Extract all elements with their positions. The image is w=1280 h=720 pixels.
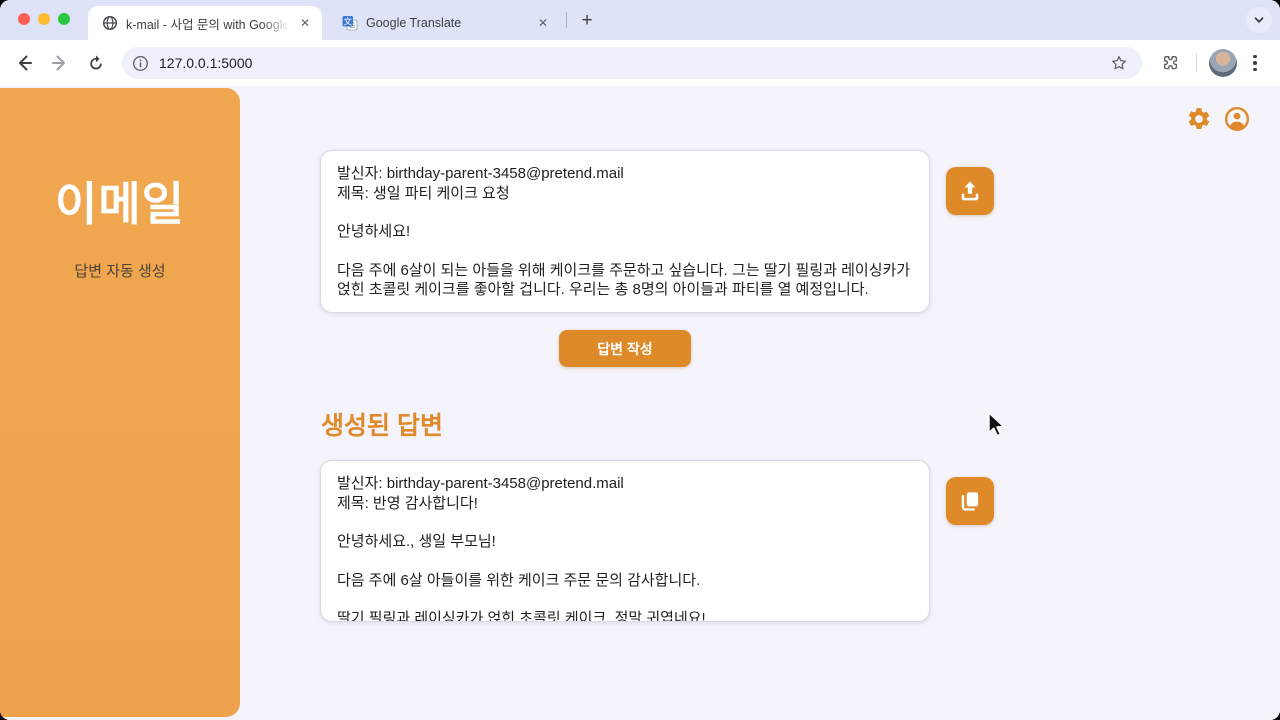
browser-menu-dots-icon[interactable] [1241, 49, 1269, 77]
new-tab-button[interactable]: + [574, 8, 600, 34]
profile-avatar[interactable] [1209, 49, 1237, 77]
tab-search-chevron-down-icon[interactable] [1246, 7, 1272, 33]
globe-favicon [102, 15, 118, 31]
browser-window: k-mail - 사업 문의 with Google ✕ G 文 Google … [0, 0, 1280, 720]
generate-reply-button[interactable]: 답변 작성 [559, 330, 691, 367]
upload-icon [957, 178, 983, 204]
app-page: 이메일 답변 자동 생성 발신자: birthday-parent-3458@p… [0, 86, 1280, 720]
app-subtitle: 답변 자동 생성 [0, 260, 240, 281]
zoom-window-button[interactable] [58, 13, 70, 25]
email-greeting: 안녕하세요! [337, 222, 913, 242]
app-sidebar: 이메일 답변 자동 생성 [0, 88, 240, 717]
email-body: 다음 주에 6살이 되는 아들을 위해 케이크를 주문하고 싶습니다. 그는 딸… [337, 261, 913, 300]
reload-button[interactable] [80, 47, 112, 79]
forward-button[interactable] [44, 47, 76, 79]
back-button[interactable] [8, 47, 40, 79]
tab-divider [566, 12, 567, 28]
reply-greeting: 안녕하세요., 생일 부모님! [337, 532, 913, 552]
upload-button[interactable] [946, 167, 994, 215]
account-person-icon[interactable] [1224, 106, 1250, 132]
email-subject-line: 제목: 생일 파티 케이크 요청 [337, 184, 913, 204]
copy-button[interactable] [946, 477, 994, 525]
site-info-icon[interactable] [132, 55, 149, 72]
toolbar-divider [1196, 54, 1197, 72]
close-window-button[interactable] [18, 13, 30, 25]
email-from-line: 발신자: birthday-parent-3458@pretend.mail [337, 164, 913, 184]
reply-body-line2: 딸기 필링과 레이싱카가 얹힌 초콜릿 케이크, 정말 귀엽네요! [337, 609, 913, 622]
mouse-cursor [985, 411, 1007, 439]
extensions-puzzle-icon[interactable] [1156, 48, 1186, 78]
reply-from-line: 발신자: birthday-parent-3458@pretend.mail [337, 474, 913, 494]
tab-kmail[interactable]: k-mail - 사업 문의 with Google ✕ [88, 6, 322, 40]
close-tab-icon[interactable]: ✕ [534, 14, 552, 32]
tab-google-translate[interactable]: G 文 Google Translate ✕ [328, 6, 560, 40]
incoming-email-card: 발신자: birthday-parent-3458@pretend.mail 제… [320, 150, 930, 313]
app-title: 이메일 [0, 168, 240, 234]
address-bar[interactable]: 127.0.0.1:5000 [122, 47, 1142, 79]
bookmark-star-icon[interactable] [1106, 50, 1132, 76]
generated-reply-card: 발신자: birthday-parent-3458@pretend.mail 제… [320, 460, 930, 622]
close-tab-icon[interactable]: ✕ [296, 14, 314, 32]
window-controls[interactable] [18, 13, 70, 25]
settings-gear-icon[interactable] [1186, 106, 1212, 132]
browser-toolbar: 127.0.0.1:5000 [0, 40, 1280, 86]
svg-text:文: 文 [343, 17, 352, 27]
tab-title: Google Translate [366, 16, 528, 30]
url-text[interactable]: 127.0.0.1:5000 [159, 55, 1106, 71]
generated-reply-heading: 생성된 답변 [321, 406, 443, 442]
tab-title: k-mail - 사업 문의 with Google [126, 14, 290, 33]
copy-icon [957, 488, 983, 514]
reply-body-line1: 다음 주에 6살 아들이를 위한 케이크 주문 문의 감사합니다. [337, 571, 913, 591]
google-translate-favicon: G 文 [342, 15, 358, 31]
minimize-window-button[interactable] [38, 13, 50, 25]
reply-subject-line: 제목: 반영 감사합니다! [337, 494, 913, 514]
tab-strip: k-mail - 사업 문의 with Google ✕ G 文 Google … [0, 0, 1280, 40]
